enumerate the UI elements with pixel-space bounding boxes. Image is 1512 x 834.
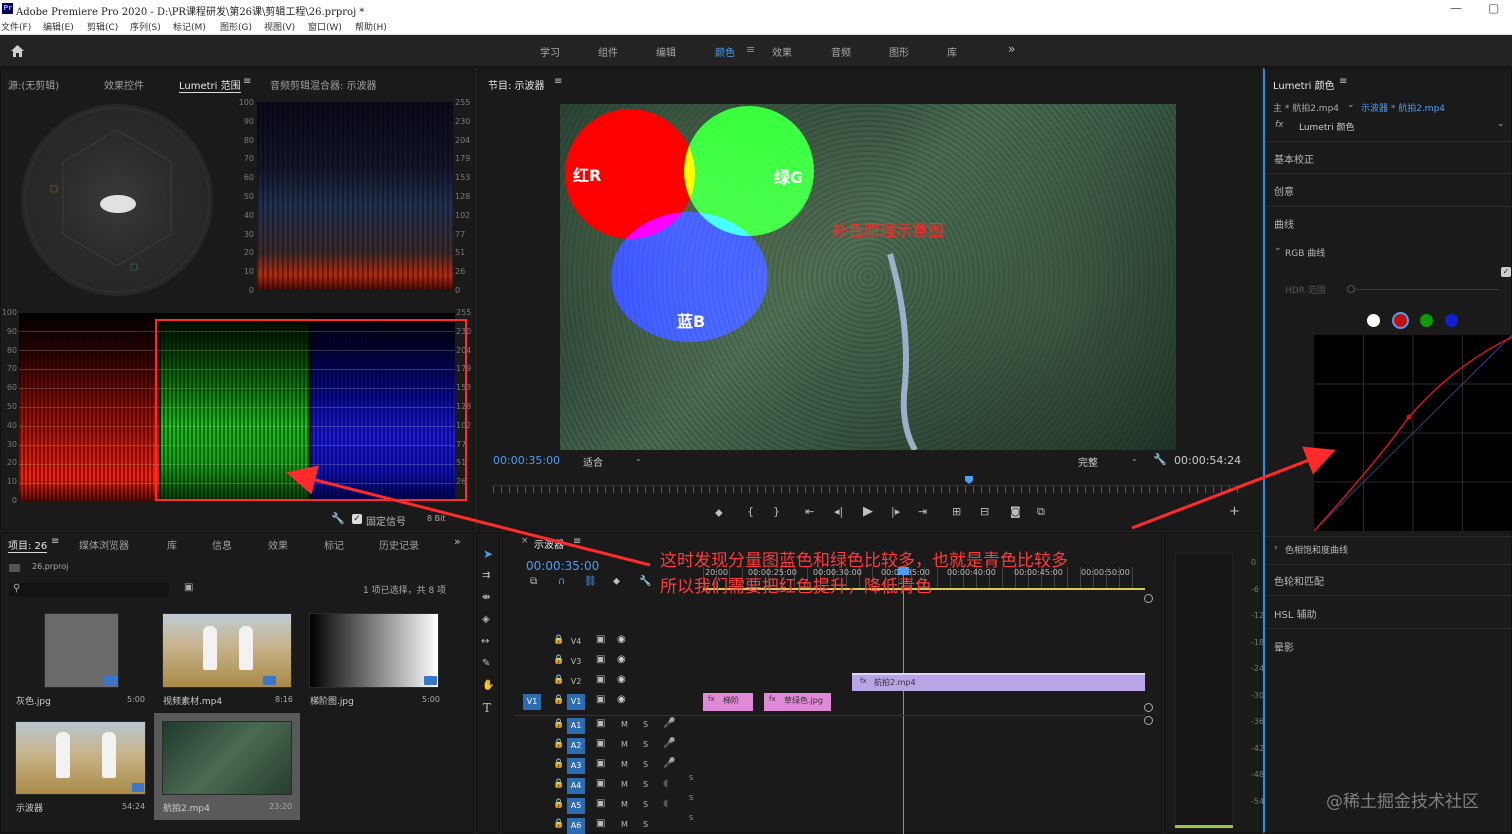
watermark: @稀土掘金技术社区 (1326, 792, 1479, 812)
annotation-line-2: 所以我们需要把红色提升，降低青色 (660, 577, 932, 597)
annotation-arrows (286, 446, 1336, 567)
annotation-line-1: 这时发现分量图蓝色和绿色比较多，也就是青色比较多 (660, 551, 1068, 571)
